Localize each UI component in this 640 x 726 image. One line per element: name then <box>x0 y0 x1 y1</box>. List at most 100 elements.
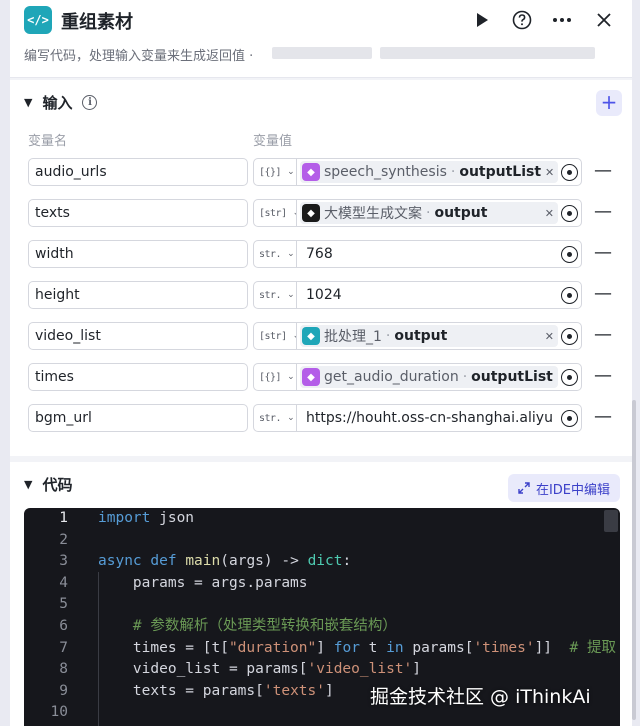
help-icon[interactable] <box>508 6 536 34</box>
chevron-down-icon: ⌄ <box>287 249 295 259</box>
reference-picker-icon[interactable] <box>561 410 578 427</box>
code-section-title: 代码 <box>42 476 73 494</box>
reference-picker-icon[interactable] <box>561 205 578 222</box>
remove-variable-button[interactable]: — <box>594 162 612 180</box>
remove-variable-button[interactable]: — <box>594 367 612 385</box>
code-line[interactable]: 6 # 参数解析（处理类型转换和嵌套结构） <box>24 616 620 638</box>
node-icon: ◆ <box>302 327 320 345</box>
code-line[interactable]: 4 params = args.params <box>24 573 620 595</box>
remove-variable-button[interactable]: — <box>594 285 612 303</box>
line-number: 6 <box>59 618 68 634</box>
clear-icon[interactable]: ✕ <box>541 166 554 179</box>
reference-chip[interactable]: ◆ 大模型生成文案 · output ✕ <box>300 202 558 224</box>
chevron-down-icon[interactable]: ▼ <box>24 478 32 491</box>
expand-icon <box>518 482 530 494</box>
remove-variable-button[interactable]: — <box>594 408 612 426</box>
remove-variable-button[interactable]: — <box>594 326 612 344</box>
type-label: [{}] <box>259 166 282 178</box>
variable-name-input[interactable]: width <box>28 240 248 268</box>
panel-header: </> 重组素材 编写代码，处理输入变量来生成返回值 · <box>10 0 632 78</box>
type-select[interactable]: str. ⌄ <box>253 281 297 309</box>
code-line[interactable]: 5 <box>24 594 620 616</box>
type-select[interactable]: [str] ⌄ <box>253 199 300 227</box>
chevron-down-icon: ⌄ <box>287 372 295 382</box>
variable-name-input[interactable]: times <box>28 363 248 391</box>
ref-node-name: 批处理_1 <box>324 329 382 345</box>
add-variable-button[interactable]: + <box>596 90 622 116</box>
chevron-down-icon[interactable]: ▼ <box>24 96 32 109</box>
variable-name-input[interactable]: height <box>28 281 248 309</box>
variable-value-field[interactable]: ◆ 批处理_1 · output ✕ <box>296 322 582 350</box>
type-select[interactable]: [str] ⌄ <box>253 322 300 350</box>
clear-icon[interactable]: ✕ <box>541 330 554 343</box>
variable-name-input[interactable]: texts <box>28 199 248 227</box>
type-select[interactable]: str. ⌄ <box>253 240 297 268</box>
chevron-down-icon: ⌄ <box>287 413 295 423</box>
code-line[interactable]: 7 times = [t["duration"] for t in params… <box>24 638 620 660</box>
variable-value-field[interactable]: ◆ 大模型生成文案 · output ✕ <box>296 199 582 227</box>
line-number: 5 <box>59 596 68 613</box>
variable-name-input[interactable]: bgm_url <box>28 404 248 432</box>
variable-value-field[interactable]: https://houht.oss-cn-shanghai.aliyu··· <box>296 404 582 432</box>
input-variable-row: times [{}] ⌄ ◆ get_audio_duration · outp… <box>10 363 632 391</box>
value-input[interactable]: https://houht.oss-cn-shanghai.aliyu··· <box>300 410 552 426</box>
type-label: [str] <box>259 207 287 219</box>
code-line[interactable]: 3 async def main(args) -> dict: <box>24 551 620 573</box>
editor-scrollbar[interactable] <box>604 510 618 532</box>
ref-node-name: get_audio_duration <box>324 369 459 385</box>
reference-picker-icon[interactable] <box>561 369 578 386</box>
type-label: [{}] <box>259 371 282 383</box>
line-number: 8 <box>59 661 68 678</box>
reference-chip[interactable]: ◆ get_audio_duration · outputList ✕ <box>300 366 558 388</box>
redacted-text <box>380 47 595 59</box>
line-number: 1 <box>59 510 68 526</box>
reference-picker-icon[interactable] <box>561 328 578 345</box>
value-input[interactable]: 1024 <box>300 287 552 303</box>
reference-picker-icon[interactable] <box>561 164 578 181</box>
code-line[interactable]: 1 import json <box>24 508 620 530</box>
play-icon[interactable] <box>468 6 496 34</box>
type-select[interactable]: [{}] ⌄ <box>253 158 297 186</box>
ref-separator: · <box>426 205 431 221</box>
node-config-panel: </> 重组素材 编写代码，处理输入变量来生成返回值 · ▼ 输入 i + 变量… <box>10 0 632 726</box>
type-label: str. <box>259 412 282 424</box>
node-title[interactable]: 重组素材 <box>61 8 133 34</box>
more-icon[interactable] <box>548 6 576 34</box>
variable-value-field[interactable]: ◆ get_audio_duration · outputList ✕ <box>296 363 582 391</box>
variable-value-field[interactable]: 1024 <box>296 281 582 309</box>
panel-scrollbar[interactable] <box>632 400 636 720</box>
close-icon[interactable] <box>590 6 618 34</box>
input-section-title: 输入 <box>42 94 73 112</box>
chevron-down-icon: ⌄ <box>287 167 295 177</box>
node-description[interactable]: 编写代码，处理输入变量来生成返回值 · <box>24 45 253 64</box>
ref-separator: · <box>385 328 391 344</box>
line-number: 3 <box>59 553 68 570</box>
remove-variable-button[interactable]: — <box>594 244 612 262</box>
type-label: str. <box>259 289 282 301</box>
ref-field-name: output <box>434 205 488 221</box>
reference-picker-icon[interactable] <box>561 287 578 304</box>
redacted-text <box>272 47 372 59</box>
reference-chip[interactable]: ◆ 批处理_1 · output ✕ <box>300 325 558 347</box>
variable-name-input[interactable]: video_list <box>28 322 248 350</box>
clear-icon[interactable]: ✕ <box>541 207 554 220</box>
value-input[interactable]: 768 <box>300 246 552 262</box>
variable-value-field[interactable]: 768 <box>296 240 582 268</box>
line-number: 2 <box>59 531 68 548</box>
reference-picker-icon[interactable] <box>561 246 578 263</box>
edit-in-ide-label: 在IDE中编辑 <box>535 482 610 498</box>
clear-icon[interactable]: ✕ <box>553 371 558 384</box>
node-icon: ◆ <box>302 368 320 386</box>
ref-node-name: speech_synthesis <box>324 164 447 180</box>
edit-in-ide-button[interactable]: 在IDE中编辑 <box>507 474 620 502</box>
remove-variable-button[interactable]: — <box>594 203 612 221</box>
code-line[interactable]: 2 <box>24 530 620 552</box>
info-icon[interactable]: i <box>82 95 98 110</box>
variable-name-input[interactable]: audio_urls <box>28 158 248 186</box>
type-select[interactable]: str. ⌄ <box>253 404 297 432</box>
variable-value-field[interactable]: ◆ speech_synthesis · outputList ✕ <box>296 158 582 186</box>
code-line[interactable]: 8 video_list = params['video_list'] <box>24 659 620 681</box>
type-label: str. <box>259 248 282 260</box>
type-select[interactable]: [{}] ⌄ <box>253 363 297 391</box>
reference-chip[interactable]: ◆ speech_synthesis · outputList ✕ <box>300 161 558 183</box>
